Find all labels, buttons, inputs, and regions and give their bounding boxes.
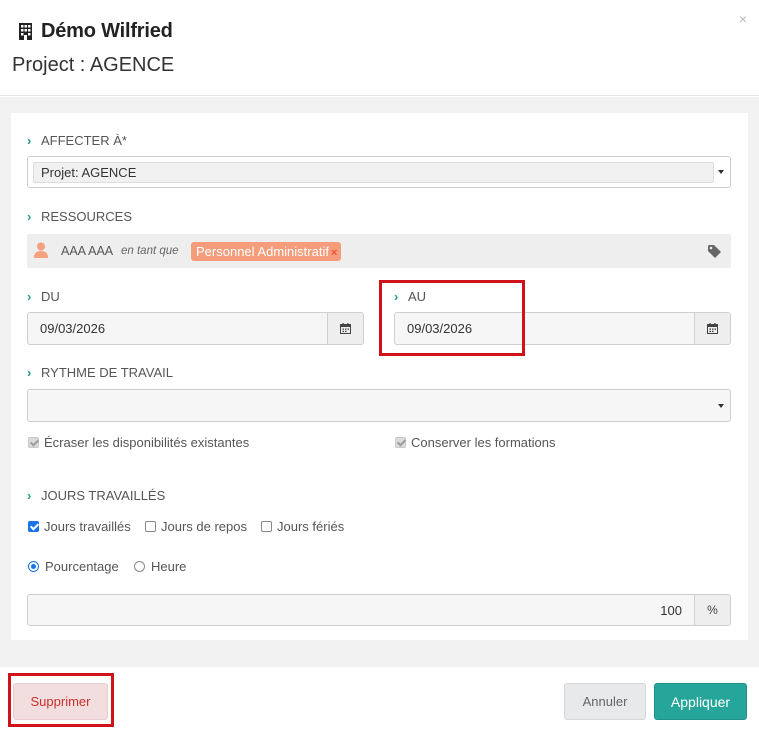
from-date-label-text: DU <box>41 289 60 304</box>
overwrite-availability-option: Écraser les disponibilités existantes <box>28 435 249 450</box>
rest-days-checkbox[interactable] <box>145 521 156 532</box>
resource-as-text: en tant que <box>121 245 179 257</box>
resources-field[interactable]: AAA AAA en tant que Personnel Administra… <box>27 234 731 268</box>
work-rhythm-label-text: RYTHME DE TRAVAIL <box>41 365 173 380</box>
holidays-checkbox[interactable] <box>261 521 272 532</box>
modal-body: › AFFECTER À* Projet: AGENCE › RESSOURCE… <box>0 97 759 667</box>
assign-to-value: Projet: AGENCE <box>33 162 714 183</box>
to-date-label: › AU <box>394 289 426 304</box>
company-name: Démo Wilfried <box>41 20 173 42</box>
title-row: Démo Wilfried <box>18 20 173 43</box>
worked-days-label-text: JOURS TRAVAILLÉS <box>41 488 166 503</box>
worked-days-option-label: Jours travaillés <box>44 519 131 534</box>
assign-to-label: › AFFECTER À* <box>27 133 127 148</box>
percentage-value: 100 <box>660 603 682 618</box>
modal-header: Démo Wilfried Project : AGENCE × <box>0 0 759 96</box>
resources-label-text: RESSOURCES <box>41 209 133 224</box>
cancel-button[interactable]: Annuler <box>564 683 646 720</box>
chevron-right-icon: › <box>27 133 32 148</box>
percentage-field[interactable]: 100 % <box>27 594 731 626</box>
overwrite-availability-label: Écraser les disponibilités existantes <box>44 435 250 450</box>
to-date-input[interactable] <box>395 313 694 344</box>
chevron-right-icon: › <box>27 289 32 304</box>
resources-label: › RESSOURCES <box>27 209 132 224</box>
hours-radio[interactable] <box>134 561 145 572</box>
close-icon[interactable]: × <box>739 12 747 26</box>
keep-trainings-label: Conserver les formations <box>411 435 556 450</box>
worked-days-checkbox[interactable] <box>28 521 39 532</box>
from-calendar-button[interactable] <box>327 313 363 344</box>
caret-down-icon <box>718 170 724 174</box>
caret-down-icon <box>718 403 724 408</box>
rest-days-option-label: Jours de repos <box>161 519 247 534</box>
worked-days-option[interactable]: Jours travaillés <box>28 519 131 534</box>
holidays-option-label: Jours fériés <box>277 519 345 534</box>
calendar-icon <box>707 323 718 334</box>
to-calendar-button[interactable] <box>694 313 730 344</box>
remove-role-icon[interactable]: × <box>331 247 337 259</box>
form-card: › AFFECTER À* Projet: AGENCE › RESSOURCE… <box>11 113 748 640</box>
person-icon <box>34 242 48 258</box>
resource-name: AAA AAA <box>61 244 114 258</box>
from-date-input[interactable] <box>28 313 327 344</box>
chevron-right-icon: › <box>27 488 32 503</box>
building-icon <box>19 23 32 40</box>
hours-option[interactable]: Heure <box>134 559 186 574</box>
from-date-label: › DU <box>27 289 60 304</box>
role-badge-label: Personnel Administratif <box>196 244 329 259</box>
work-rhythm-select[interactable] <box>27 389 731 422</box>
assign-to-label-text: AFFECTER À* <box>41 133 127 148</box>
worked-days-label: › JOURS TRAVAILLÉS <box>27 488 165 503</box>
keep-trainings-option: Conserver les formations <box>395 435 556 450</box>
chevron-right-icon: › <box>394 289 399 304</box>
assign-to-select[interactable]: Projet: AGENCE <box>27 156 731 188</box>
calendar-icon <box>340 323 351 334</box>
project-title: Project : AGENCE <box>12 54 175 76</box>
overwrite-availability-checkbox <box>28 437 39 448</box>
rest-days-option[interactable]: Jours de repos <box>145 519 247 534</box>
percentage-option-label: Pourcentage <box>45 559 119 574</box>
percentage-radio[interactable] <box>28 561 39 572</box>
to-date-field <box>394 312 731 345</box>
percentage-option[interactable]: Pourcentage <box>28 559 119 574</box>
hours-option-label: Heure <box>151 559 187 574</box>
role-badge: Personnel Administratif × <box>191 242 342 261</box>
to-date-label-text: AU <box>408 289 427 304</box>
keep-trainings-checkbox <box>395 437 406 448</box>
chevron-right-icon: › <box>27 365 32 380</box>
tag-icon[interactable] <box>708 245 721 258</box>
apply-button[interactable]: Appliquer <box>654 683 747 720</box>
work-rhythm-label: › RYTHME DE TRAVAIL <box>27 365 173 380</box>
percent-unit: % <box>694 595 730 625</box>
delete-button[interactable]: Supprimer <box>13 683 108 720</box>
holidays-option[interactable]: Jours fériés <box>261 519 344 534</box>
chevron-right-icon: › <box>27 209 32 224</box>
from-date-field <box>27 312 364 345</box>
